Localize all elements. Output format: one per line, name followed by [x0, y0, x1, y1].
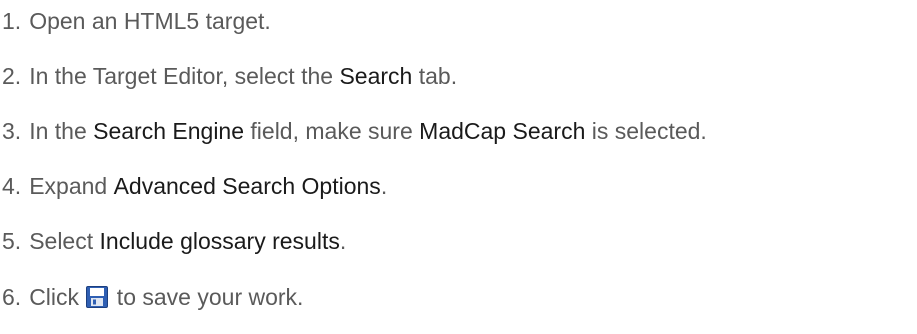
step-1: 1. Open an HTML5 target. — [2, 7, 271, 35]
ui-label-include-glossary-results: Include glossary results — [99, 228, 340, 254]
step-text: Click — [29, 284, 86, 310]
step-5: 5. Select Include glossary results. — [2, 227, 346, 255]
ui-label-search-engine: Search Engine — [93, 118, 245, 144]
step-number: 5. — [2, 228, 22, 254]
step-4: 4. Expand Advanced Search Options. — [2, 172, 387, 200]
step-text: . — [380, 173, 388, 199]
step-number: 3. — [2, 118, 22, 144]
step-text: Open an HTML5 target. — [29, 8, 271, 34]
step-6: 6. Click to save your work. — [2, 283, 303, 311]
ui-label-madcap-search: MadCap Search — [419, 118, 586, 144]
step-text: Expand — [29, 173, 114, 199]
step-text: to save your work. — [110, 284, 304, 310]
step-text: In the Target Editor, select the — [29, 63, 340, 89]
step-text: Select — [29, 228, 100, 254]
step-text: In the — [29, 118, 94, 144]
step-text: . — [339, 228, 347, 254]
step-text: is selected. — [585, 118, 707, 144]
step-text: field, make sure — [244, 118, 420, 144]
ui-label-advanced-search-options: Advanced Search Options — [113, 173, 381, 199]
step-number: 6. — [2, 284, 22, 310]
step-number: 1. — [2, 8, 22, 34]
step-3: 3. In the Search Engine field, make sure … — [2, 117, 707, 145]
step-2: 2. In the Target Editor, select the Searc… — [2, 62, 457, 90]
step-number: 2. — [2, 63, 22, 89]
step-number: 4. — [2, 173, 22, 199]
save-icon — [86, 286, 109, 308]
ui-label-search-tab: Search — [339, 63, 413, 89]
step-text: tab. — [412, 63, 458, 89]
